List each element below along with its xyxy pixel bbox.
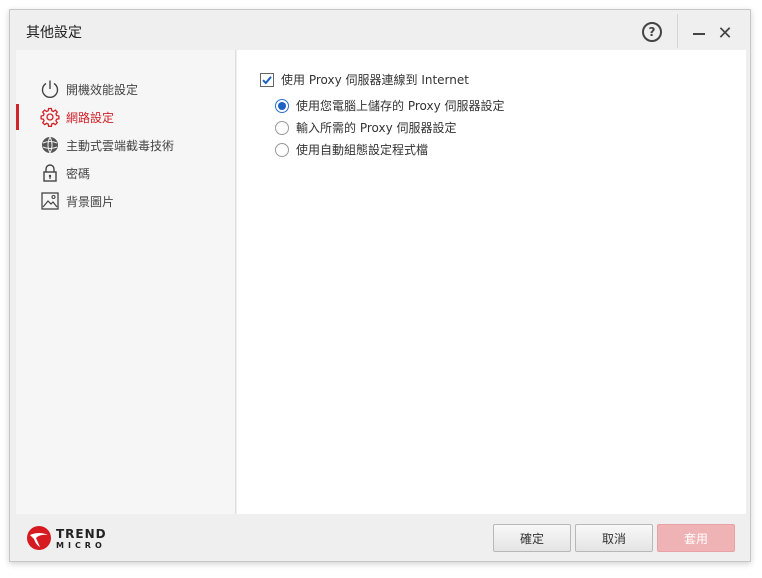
proxy-manual-label: 輸入所需的 Proxy 伺服器設定 [296, 121, 457, 135]
question-mark-icon: ? [648, 25, 656, 39]
checkmark-icon [262, 75, 272, 84]
proxy-auto-config-radio[interactable] [275, 142, 289, 157]
titlebar-divider [677, 14, 678, 48]
use-proxy-label: 使用 Proxy 伺服器連線到 Internet [281, 73, 469, 87]
proxy-stored-radio[interactable] [275, 98, 289, 113]
use-proxy-checkbox[interactable] [260, 72, 274, 87]
dialog-footer: TREND MICRO 確定 取消 套用 [10, 514, 750, 561]
trend-micro-logo-icon [27, 526, 51, 550]
proxy-option-auto-config[interactable]: 使用自動組態設定程式檔 [275, 141, 428, 158]
trend-micro-logo: TREND MICRO [26, 525, 106, 555]
active-indicator [16, 104, 19, 130]
lock-icon [40, 163, 60, 183]
sidebar-item-background-image[interactable]: 背景圖片 [16, 188, 236, 214]
logo-text-trend: TREND [56, 527, 107, 541]
close-button[interactable]: ✕ [714, 22, 736, 44]
sidebar-item-label: 背景圖片 [66, 195, 115, 209]
sidebar-item-network-settings[interactable]: 網路設定 [16, 104, 236, 130]
settings-dialog: 其他設定 ? ✕ 開機效能設定 網路設定 主動式雲端截毒技術 密碼 背景圖片 使… [9, 9, 751, 562]
globe-icon [40, 135, 60, 155]
sidebar-item-password[interactable]: 密碼 [16, 160, 236, 186]
sidebar-item-smart-protection-network[interactable]: 主動式雲端截毒技術 [16, 132, 236, 158]
cancel-button[interactable]: 取消 [575, 524, 653, 552]
dialog-title: 其他設定 [26, 25, 82, 41]
proxy-stored-label: 使用您電腦上儲存的 Proxy 伺服器設定 [296, 99, 505, 113]
sidebar-item-label: 主動式雲端截毒技術 [66, 139, 175, 153]
ok-button[interactable]: 確定 [493, 524, 571, 552]
title-bar: 其他設定 ? ✕ [10, 10, 750, 52]
sidebar-item-label: 網路設定 [66, 111, 115, 125]
picture-icon [40, 191, 60, 211]
use-proxy-option[interactable]: 使用 Proxy 伺服器連線到 Internet [260, 71, 469, 88]
proxy-option-stored[interactable]: 使用您電腦上儲存的 Proxy 伺服器設定 [275, 97, 505, 114]
gear-icon [40, 107, 60, 127]
power-icon [40, 79, 60, 99]
minimize-button[interactable] [689, 22, 709, 42]
proxy-option-manual[interactable]: 輸入所需的 Proxy 伺服器設定 [275, 119, 457, 136]
help-button[interactable]: ? [642, 22, 662, 42]
sidebar: 開機效能設定 網路設定 主動式雲端截毒技術 密碼 背景圖片 [16, 50, 236, 514]
close-icon: ✕ [717, 22, 733, 44]
apply-button[interactable]: 套用 [657, 524, 735, 552]
sidebar-item-label: 開機效能設定 [66, 83, 139, 97]
network-settings-panel: 使用 Proxy 伺服器連線到 Internet 使用您電腦上儲存的 Proxy… [237, 50, 746, 514]
sidebar-item-label: 密碼 [66, 167, 91, 181]
minimize-icon [693, 33, 705, 35]
sidebar-item-startup-performance[interactable]: 開機效能設定 [16, 76, 236, 102]
radio-selected-dot [278, 101, 286, 110]
logo-text-micro: MICRO [56, 541, 106, 550]
proxy-manual-radio[interactable] [275, 120, 289, 135]
proxy-auto-config-label: 使用自動組態設定程式檔 [296, 143, 429, 157]
